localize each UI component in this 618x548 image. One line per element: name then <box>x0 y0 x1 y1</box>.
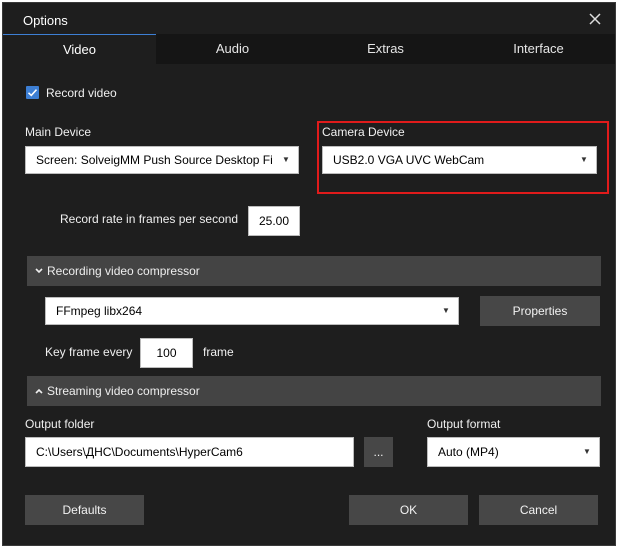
recording-compressor-title: Recording video compressor <box>47 264 200 278</box>
options-dialog: Options Video Audio Extras Interface Rec… <box>2 2 616 546</box>
window-title: Options <box>23 13 68 28</box>
key-frame-unit: frame <box>203 345 234 359</box>
frame-rate-input[interactable]: 25.00 <box>248 206 300 236</box>
close-icon[interactable] <box>587 11 603 27</box>
main-device-label: Main Device <box>25 125 92 139</box>
tab-bar: Video Audio Extras Interface <box>3 34 615 64</box>
streaming-compressor-header[interactable]: Streaming video compressor <box>27 376 601 406</box>
chevron-down-icon: ▼ <box>282 155 290 164</box>
chevron-down-icon <box>34 256 44 297</box>
properties-button[interactable]: Properties <box>480 296 600 326</box>
camera-device-highlight <box>317 121 609 194</box>
output-format-select[interactable]: Auto (MP4) ▼ <box>427 437 600 467</box>
defaults-button[interactable]: Defaults <box>25 495 144 525</box>
recording-compressor-header[interactable]: Recording video compressor <box>27 256 601 286</box>
tab-interface[interactable]: Interface <box>462 34 615 64</box>
streaming-compressor-title: Streaming video compressor <box>47 384 200 398</box>
codec-value: FFmpeg libx264 <box>56 304 143 318</box>
key-frame-input[interactable]: 100 <box>140 338 193 368</box>
ok-button[interactable]: OK <box>349 495 468 525</box>
tab-audio[interactable]: Audio <box>156 34 309 64</box>
output-format-value: Auto (MP4) <box>438 445 499 459</box>
frame-rate-label: Record rate in frames per second <box>60 212 239 226</box>
output-folder-value: C:\Users\ДНС\Documents\HyperCam6 <box>36 445 243 459</box>
chevron-down-icon: ▼ <box>583 447 591 456</box>
main-device-value: Screen: SolveigMM Push Source Desktop Fi <box>36 153 273 167</box>
output-folder-input[interactable]: C:\Users\ДНС\Documents\HyperCam6 <box>25 437 354 467</box>
main-device-select[interactable]: Screen: SolveigMM Push Source Desktop Fi… <box>25 146 299 174</box>
output-format-label: Output format <box>427 417 501 431</box>
record-video-label: Record video <box>46 86 117 100</box>
cancel-button[interactable]: Cancel <box>479 495 598 525</box>
tab-extras[interactable]: Extras <box>309 34 462 64</box>
tab-video[interactable]: Video <box>3 34 156 64</box>
chevron-up-icon <box>34 376 44 417</box>
key-frame-label: Key frame every <box>45 345 133 359</box>
checkmark-icon <box>27 89 38 97</box>
browse-button[interactable]: ... <box>364 437 393 467</box>
output-folder-label: Output folder <box>25 417 95 431</box>
codec-select[interactable]: FFmpeg libx264 ▼ <box>45 297 459 325</box>
record-video-checkbox[interactable] <box>26 86 39 99</box>
chevron-down-icon: ▼ <box>442 306 450 315</box>
